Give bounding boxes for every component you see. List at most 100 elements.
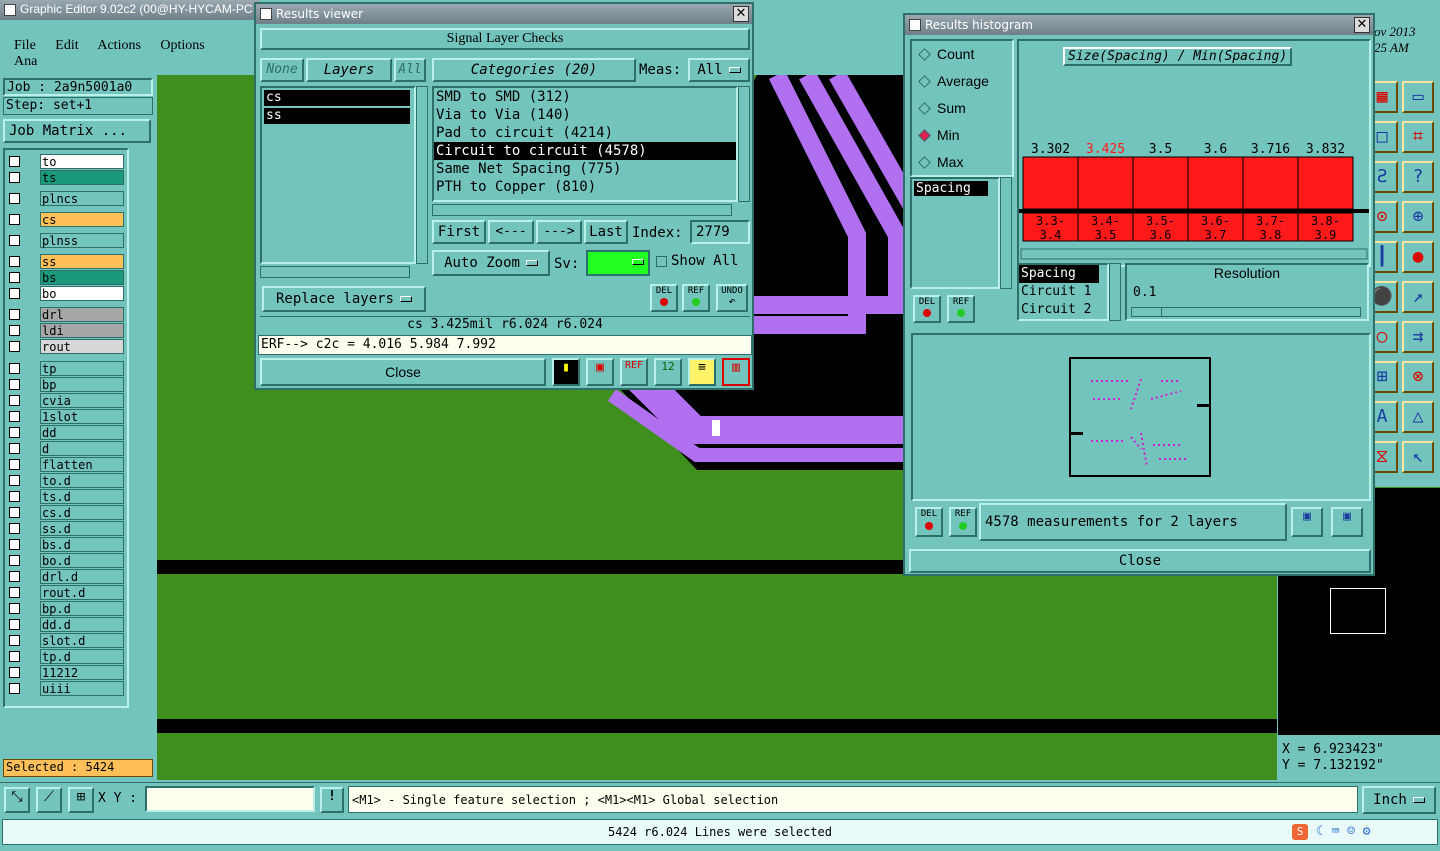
category-item[interactable]: PTH to Copper (810) [434, 178, 736, 196]
layer-name[interactable]: tp [40, 361, 124, 376]
ref-button[interactable]: REF [682, 284, 710, 312]
auto-zoom-dropdown[interactable]: Auto Zoom [432, 250, 550, 276]
user-icon[interactable]: ☺ [1347, 824, 1355, 839]
hist-del-button[interactable]: DEL [913, 295, 941, 323]
symbol-icon[interactable]: ⇉ [1402, 321, 1434, 353]
layer-name[interactable]: ss.d [40, 521, 124, 536]
undo-button[interactable]: UNDO ↶ [716, 284, 748, 312]
bar-chart[interactable]: 3.302 3.3-3.4 3.425 3.4-3.5 3.5 3.5-3.6 3.6 3.6… [1019, 41, 1369, 265]
layer-name[interactable]: ts.d [40, 489, 124, 504]
layer-row-drl[interactable]: drl [5, 307, 125, 322]
layer-name[interactable]: bs [40, 270, 124, 285]
layer-row-1slot[interactable]: 1slot [5, 409, 125, 424]
layer-checkbox[interactable] [9, 459, 20, 470]
layer-row-ldi[interactable]: ldi [5, 323, 125, 338]
layer-name[interactable]: cvia [40, 393, 124, 408]
sort-icon[interactable]: 12 [654, 358, 682, 386]
hist-ref-button[interactable]: REF [947, 295, 975, 323]
layer-name[interactable]: bo [40, 286, 124, 301]
layer-name[interactable]: plnss [40, 233, 124, 248]
layer-checkbox[interactable] [9, 411, 20, 422]
replace-layers-dropdown[interactable]: Replace layers [262, 286, 426, 312]
layer-row-flatten[interactable]: flatten [5, 457, 125, 472]
layer-checkbox[interactable] [9, 603, 20, 614]
layer-name[interactable]: drl.d [40, 569, 124, 584]
layer-row-tp-d[interactable]: tp.d [5, 649, 125, 664]
layers-button[interactable]: Layers [306, 58, 392, 82]
layer-name[interactable]: bs.d [40, 537, 124, 552]
category-item[interactable]: Same Net Spacing (775) [434, 160, 736, 178]
job-matrix-button[interactable]: Job Matrix ... [3, 119, 151, 143]
layer-row-bo-d[interactable]: bo.d [5, 553, 125, 568]
layer-checkbox[interactable] [9, 651, 20, 662]
bar[interactable] [1297, 156, 1354, 210]
paint-icon[interactable]: ▮ [552, 358, 580, 386]
layer-checkbox[interactable] [9, 309, 20, 320]
layer-name[interactable]: bp.d [40, 601, 124, 616]
axis-vscroll[interactable] [1109, 263, 1121, 321]
metric-vscroll[interactable] [1000, 177, 1012, 289]
histogram-icon[interactable]: ▥ [722, 358, 750, 386]
radio-icon[interactable] [918, 156, 931, 169]
layer-row-bp-d[interactable]: bp.d [5, 601, 125, 616]
zoom-fit-icon[interactable]: ⤡ [4, 787, 30, 813]
mode-count[interactable]: Count [912, 41, 1012, 68]
layer-checkbox[interactable] [9, 256, 20, 267]
layer-row-cs[interactable]: cs [5, 212, 125, 227]
layer-name[interactable]: drl [40, 307, 124, 322]
layer-row-to[interactable]: to [5, 154, 125, 169]
menu-file[interactable]: File [14, 38, 36, 53]
axis-item[interactable]: Circuit 2 [1019, 301, 1107, 319]
layer-row-ts-d[interactable]: ts.d [5, 489, 125, 504]
layer-row-cs-d[interactable]: cs.d [5, 505, 125, 520]
layer-row-bs[interactable]: bs [5, 270, 125, 285]
help-icon[interactable]: ? [1402, 161, 1434, 193]
mode-sum[interactable]: Sum [912, 95, 1012, 122]
layer-checkbox[interactable] [9, 491, 20, 502]
grid-icon[interactable]: ⊞ [68, 787, 94, 813]
layer-row-drl-d[interactable]: drl.d [5, 569, 125, 584]
menu-actions[interactable]: Actions [97, 38, 141, 53]
radio-icon[interactable] [918, 129, 931, 142]
layer-checkbox[interactable] [9, 379, 20, 390]
bar[interactable] [1022, 156, 1079, 210]
bar[interactable] [1242, 156, 1299, 210]
category-item[interactable]: Pad to circuit (4214) [434, 124, 736, 142]
del-button[interactable]: DEL [650, 284, 678, 312]
route-icon[interactable]: ⌗ [1402, 121, 1434, 153]
layer-list-vscroll[interactable] [416, 86, 428, 264]
triangle-icon[interactable]: △ [1402, 401, 1434, 433]
layer-name[interactable]: bp [40, 377, 124, 392]
prev-button[interactable]: <--- [488, 220, 534, 244]
preview-board[interactable] [1069, 357, 1211, 477]
layer-checkbox[interactable] [9, 619, 20, 630]
layer-checkbox[interactable] [9, 272, 20, 283]
layer-checkbox[interactable] [9, 325, 20, 336]
close-icon[interactable]: ✕ [733, 6, 749, 22]
xy-input[interactable] [145, 786, 315, 812]
layer-row-11212[interactable]: 11212 [5, 665, 125, 680]
layer-row-rout[interactable]: rout [5, 339, 125, 354]
drill-icon[interactable]: ● [1402, 241, 1434, 273]
mode-max[interactable]: Max [912, 149, 1012, 176]
histogram-titlebar[interactable]: Results histogram ✕ [905, 15, 1373, 35]
preview-del-button[interactable]: DEL [915, 507, 943, 537]
layer-name[interactable]: ts [40, 170, 124, 185]
layer-row-dd[interactable]: dd [5, 425, 125, 440]
layer-checkbox[interactable] [9, 683, 20, 694]
layer-row-ss-d[interactable]: ss.d [5, 521, 125, 536]
shapes-icon[interactable]: ⊗ [1402, 361, 1434, 393]
moon-icon[interactable]: ☾ [1316, 824, 1324, 839]
all-button[interactable]: All [394, 58, 426, 82]
layer-checkbox[interactable] [9, 443, 20, 454]
measure-icon[interactable]: ⟋ [36, 787, 62, 813]
layer-checkbox[interactable] [9, 214, 20, 225]
close-icon[interactable]: ✕ [1354, 17, 1370, 33]
cursor-icon[interactable]: ↖ [1402, 441, 1434, 473]
bar[interactable] [1132, 156, 1189, 210]
network-icon[interactable]: ⊕ [1402, 201, 1434, 233]
resolution-slider[interactable] [1131, 307, 1361, 317]
layer-checkbox[interactable] [9, 571, 20, 582]
layer-row-dd-d[interactable]: dd.d [5, 617, 125, 632]
layer-list-hscroll[interactable] [260, 266, 410, 278]
